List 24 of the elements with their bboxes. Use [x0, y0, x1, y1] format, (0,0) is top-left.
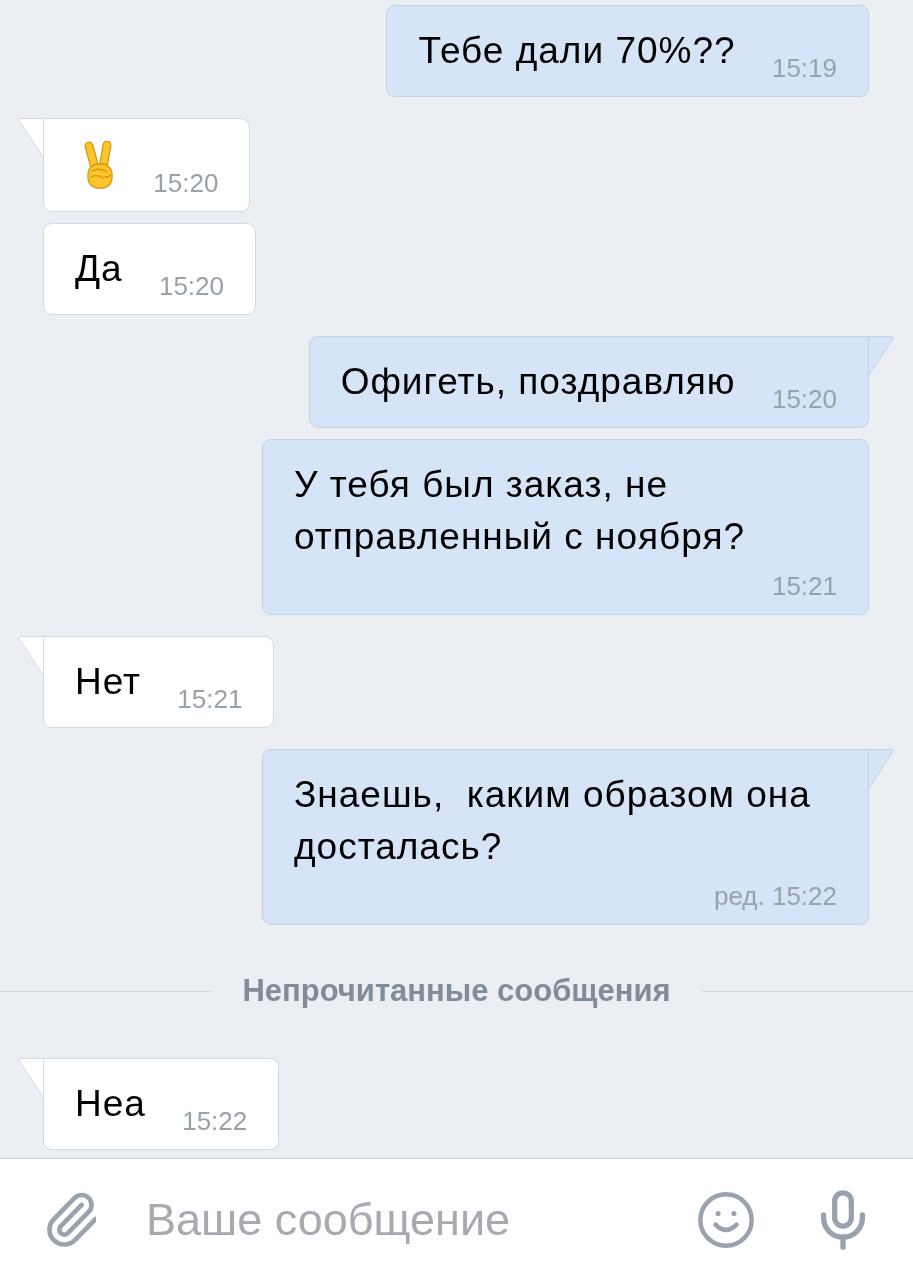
message-text: У тебя был заказ, не отправленный с ноября?	[294, 463, 747, 559]
message-time: 15:21	[771, 570, 837, 602]
voice-message-button[interactable]	[820, 1189, 866, 1250]
message-time: 15:21	[177, 683, 243, 715]
smiley-icon	[698, 1191, 754, 1248]
microphone-icon	[820, 1189, 866, 1250]
message-time: 15:20	[153, 167, 219, 199]
message-time: 15:22	[182, 1105, 248, 1137]
message-text: Тебе дали 70%??	[418, 29, 736, 73]
message-input[interactable]: Ваше сообщение	[146, 1185, 682, 1254]
message-time: 15:19	[771, 52, 837, 84]
attach-button[interactable]	[46, 1191, 96, 1248]
message-time: 15:20	[158, 270, 225, 302]
message-text: Нет	[75, 660, 141, 704]
paperclip-icon	[46, 1191, 96, 1248]
message-time: ред. 15:22	[713, 880, 837, 912]
unread-divider-label: Непрочитанные сообщения	[241, 973, 672, 1009]
message-composer[interactable]: Ваше сообщение	[0, 1158, 913, 1280]
message-time: 15:20	[771, 383, 837, 415]
message-text: Знаешь, каким образом она досталась?	[294, 773, 812, 869]
message-text: Да	[75, 247, 123, 291]
emoji-button[interactable]	[698, 1191, 754, 1248]
message-text: Офигеть, поздравляю	[340, 360, 736, 404]
message-text: Неа	[75, 1082, 146, 1126]
